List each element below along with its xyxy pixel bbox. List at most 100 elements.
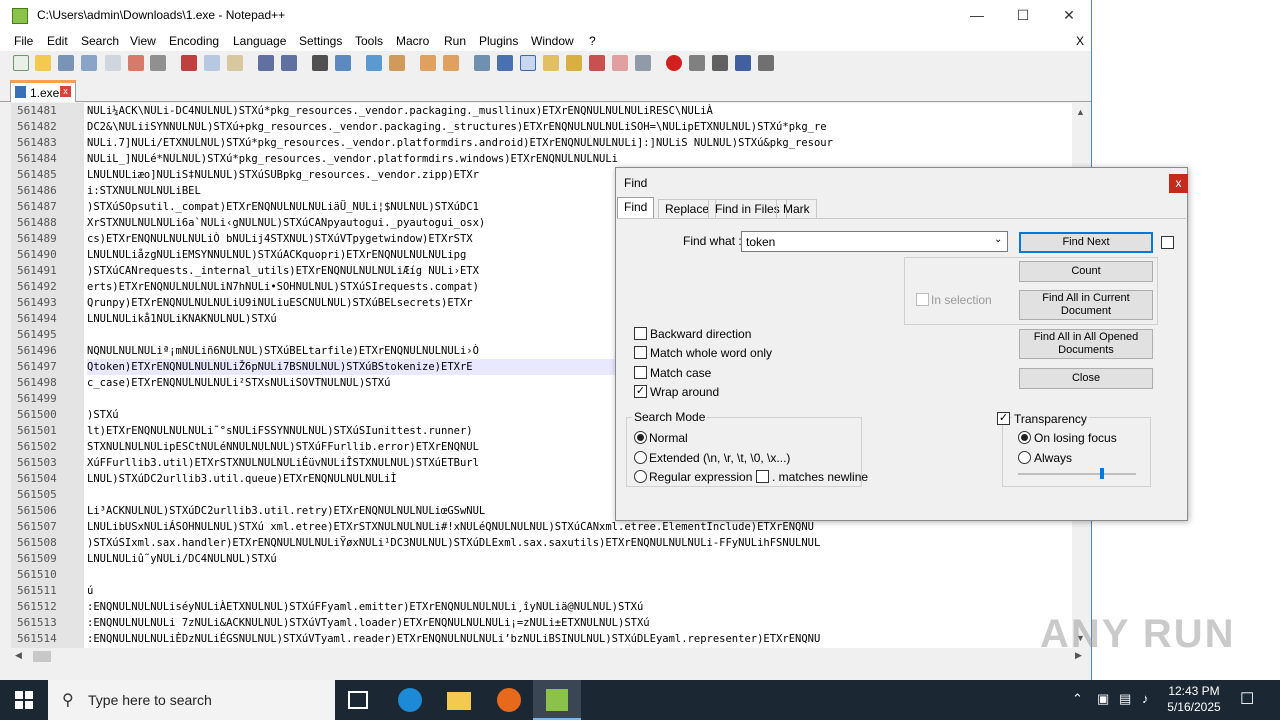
menu-run[interactable]: Run xyxy=(444,34,466,48)
code-line[interactable]: )STXúSOpsutil._compat)ETXrENQNULNULNULiä… xyxy=(87,199,479,215)
clock[interactable]: 12:43 PM 5/16/2025 xyxy=(1166,683,1222,715)
tab-find[interactable]: Find xyxy=(617,197,655,218)
tab-mark[interactable]: Mark xyxy=(776,199,817,218)
matches-newline-checkbox[interactable] xyxy=(756,470,769,483)
code-line[interactable]: :ENQNULNULNULi 7zNULi&ACKNULNUL)STXúVTya… xyxy=(87,615,650,631)
code-line[interactable]: XrSTXNULNULNULi6a`NULi‹gNULNUL)STXúCANpy… xyxy=(87,215,485,231)
menu-search[interactable]: Search xyxy=(81,34,119,48)
menu-plugins[interactable]: Plugins xyxy=(479,34,518,48)
scroll-thumb[interactable] xyxy=(33,651,51,662)
network-drive-icon[interactable]: ▣ xyxy=(1097,691,1109,707)
scroll-up-icon[interactable]: ▲ xyxy=(1076,107,1085,117)
record-macro-icon[interactable] xyxy=(666,55,682,71)
code-line[interactable]: c_case)ETXrENQNULNULNULi²STXsNULiSOVTNUL… xyxy=(87,375,390,391)
cut-icon[interactable] xyxy=(181,55,197,71)
menu-edit[interactable]: Edit xyxy=(47,34,68,48)
menu-language[interactable]: Language xyxy=(233,34,286,48)
new-file-icon[interactable] xyxy=(13,55,29,71)
code-line[interactable]: Li³ACKNULNUL)STXúDC2urllib3.util.retry)E… xyxy=(87,503,485,519)
code-line[interactable]: XúFFurllib3.util)ETXrSTXNULNULNULiÉüvNUL… xyxy=(87,455,479,471)
find-next-checkbox[interactable] xyxy=(1161,236,1174,249)
sync-horizontal-icon[interactable] xyxy=(443,55,459,71)
replace-icon[interactable] xyxy=(335,55,351,71)
file-explorer-icon[interactable] xyxy=(447,692,471,710)
count-button[interactable]: Count xyxy=(1019,261,1153,282)
code-line[interactable]: NULi.7]NULi/ETXNULNUL)STXú*pkg_resources… xyxy=(87,135,833,151)
notepadpp-taskbar-button[interactable] xyxy=(533,680,581,720)
code-line[interactable]: :ENQNULNULNULiséyNULiÀETXNULNUL)STXúFFya… xyxy=(87,599,643,615)
close-document-icon[interactable]: X xyxy=(1076,34,1084,48)
edge-icon[interactable] xyxy=(398,688,422,712)
code-line[interactable]: Qrunpy)ETXrENQNULNULNULiU9iNULiuESCNULNU… xyxy=(87,295,473,311)
code-line[interactable]: )STXúCANrequests._internal_utils)ETXrENQ… xyxy=(87,263,479,279)
code-line[interactable]: lt)ETXrENQNULNULNULi˜°sNULiFSSYNNULNUL)S… xyxy=(87,423,473,439)
wrap-around-checkbox[interactable]: ✓ xyxy=(634,385,647,398)
close-button[interactable]: ✕ xyxy=(1046,0,1092,31)
code-line[interactable]: :ENQNULNULNULiÈDzNULiÉGSNULNUL)STXúVTyam… xyxy=(87,631,820,647)
open-file-icon[interactable] xyxy=(35,55,51,71)
chevron-up-icon[interactable]: ⌃ xyxy=(1072,691,1083,707)
word-wrap-icon[interactable] xyxy=(474,55,490,71)
network-icon[interactable]: ▤ xyxy=(1119,691,1131,707)
code-line[interactable]: DC2&\NULiiSYNNULNUL)STXú+pkg_resources._… xyxy=(87,119,827,135)
code-line[interactable]: LNULNULiû˜yNULi/DC4NULNUL)STXú xyxy=(87,551,277,567)
zoom-out-icon[interactable] xyxy=(389,55,405,71)
code-line[interactable]: NQNULNULNULiª¡mNULiñ6NULNUL)STXúBELtarfi… xyxy=(87,343,479,359)
stop-macro-icon[interactable] xyxy=(689,55,705,71)
windows-start-icon[interactable] xyxy=(15,691,33,709)
menu-file[interactable]: File xyxy=(14,34,33,48)
code-line[interactable]: LNULNULiåzgNULiEMSYNNULNUL)STXúACKquopri… xyxy=(87,247,466,263)
horizontal-scrollbar[interactable]: ◀ ▶ xyxy=(11,648,1089,665)
code-line[interactable]: STXNULNULNULipESCtNULéNNULNULNUL)STXúFFu… xyxy=(87,439,479,455)
scroll-left-icon[interactable]: ◀ xyxy=(15,650,22,661)
save-macro-icon[interactable] xyxy=(758,55,774,71)
find-next-button[interactable]: Find Next xyxy=(1019,232,1153,253)
menu-macro[interactable]: Macro xyxy=(396,34,429,48)
taskbar-search-box[interactable]: ⚲ Type here to search xyxy=(48,680,335,720)
minimize-button[interactable]: — xyxy=(954,0,1000,31)
firefox-icon[interactable] xyxy=(497,688,521,712)
code-line[interactable]: LNULibUSxNULiÁSOHNULNUL)STXú xml.etree)E… xyxy=(87,519,814,535)
mode-regex-radio[interactable] xyxy=(634,470,647,483)
monitoring-icon[interactable] xyxy=(635,55,651,71)
code-line[interactable]: NULi¼ACK\NULi-DC4NULNUL)STXú*pkg_resourc… xyxy=(87,103,713,119)
menu-help[interactable]: ? xyxy=(589,34,596,48)
transparency-slider-thumb[interactable] xyxy=(1100,468,1104,479)
code-line[interactable]: NULiL_]NULé*NULNUL)STXú*pkg_resources._v… xyxy=(87,151,618,167)
mode-normal-radio[interactable] xyxy=(634,431,647,444)
document-map-icon[interactable] xyxy=(612,55,628,71)
code-line[interactable]: LNUL)STXúDC2urllib3.util.queue)ETXrENQNU… xyxy=(87,471,397,487)
close-tab-icon[interactable]: x xyxy=(60,86,71,97)
run-macro-multiple-icon[interactable] xyxy=(735,55,751,71)
notification-icon[interactable]: ☐ xyxy=(1240,689,1254,709)
find-what-combobox[interactable]: token ⌄ xyxy=(741,231,1008,252)
menu-encoding[interactable]: Encoding xyxy=(169,34,219,48)
code-line[interactable]: ú xyxy=(87,583,93,599)
always-radio[interactable] xyxy=(1018,451,1031,464)
copy-icon[interactable] xyxy=(204,55,220,71)
code-line[interactable]: i:STXNULNULNULiBEL xyxy=(87,183,201,199)
close-all-icon[interactable] xyxy=(128,55,144,71)
save-icon[interactable] xyxy=(58,55,74,71)
tab-find-in-files[interactable]: Find in Files xyxy=(708,199,787,218)
code-line[interactable]: LNULNULiæo]NULiS‡NULNUL)STXúSUBpkg_resou… xyxy=(87,167,479,183)
code-line[interactable]: cs)ETXrENQNULNULNULiÒ bNULij4STXNUL)STXú… xyxy=(87,231,473,247)
play-macro-icon[interactable] xyxy=(712,55,728,71)
close-file-icon[interactable] xyxy=(105,55,121,71)
print-icon[interactable] xyxy=(150,55,166,71)
language-icon[interactable] xyxy=(543,55,559,71)
menu-view[interactable]: View xyxy=(130,34,156,48)
show-all-chars-icon[interactable] xyxy=(497,55,513,71)
folder-workspace-icon[interactable] xyxy=(589,55,605,71)
mode-extended-radio[interactable] xyxy=(634,451,647,464)
menu-settings[interactable]: Settings xyxy=(299,34,342,48)
undo-icon[interactable] xyxy=(258,55,274,71)
code-line[interactable]: erts)ETXrENQNULNULNULiN7hNULi•SOHNULNUL)… xyxy=(87,279,479,295)
redo-icon[interactable] xyxy=(281,55,297,71)
close-button[interactable]: Close xyxy=(1019,368,1153,389)
zoom-in-icon[interactable] xyxy=(366,55,382,71)
paste-icon[interactable] xyxy=(227,55,243,71)
whole-word-checkbox[interactable] xyxy=(634,346,647,359)
indent-guide-icon[interactable] xyxy=(520,55,536,71)
chevron-down-icon[interactable]: ⌄ xyxy=(994,234,1002,245)
